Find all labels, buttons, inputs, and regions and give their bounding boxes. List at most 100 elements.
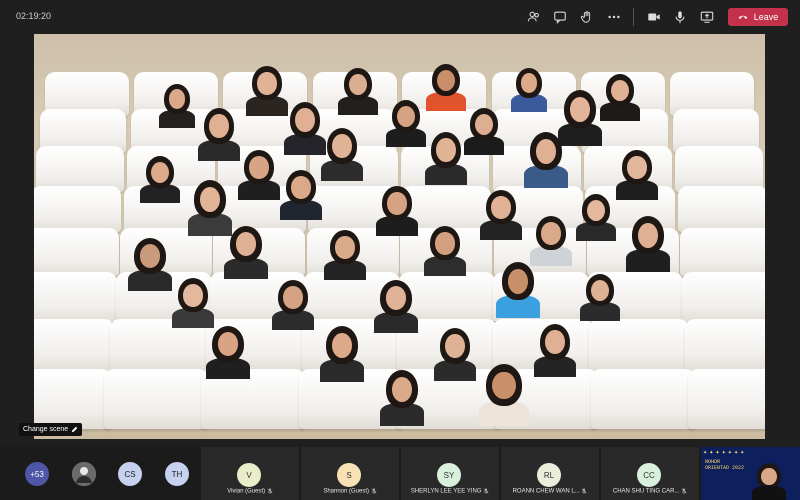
raise-hand-icon <box>580 11 591 23</box>
leave-button[interactable]: Leave <box>728 8 788 26</box>
seated-participant <box>205 326 251 380</box>
camera-button[interactable] <box>645 8 663 26</box>
share-screen-button[interactable] <box>698 8 716 26</box>
seated-participant <box>580 274 620 322</box>
auditorium-seat <box>34 228 119 276</box>
seated-participant <box>625 216 671 273</box>
raise-hand-button[interactable] <box>578 8 596 26</box>
more-icon <box>608 15 620 19</box>
chat-icon <box>554 11 566 24</box>
mic-button[interactable] <box>671 8 689 26</box>
auditorium-seat <box>104 369 209 429</box>
seated-participant <box>534 324 576 378</box>
avatar-initials: TH <box>171 469 183 479</box>
chat-button[interactable] <box>551 8 569 26</box>
participant-name: ROANN CHEW WAN L... <box>505 488 595 495</box>
seated-participant <box>386 100 426 148</box>
seated-participant <box>158 84 196 129</box>
meeting-toolbar: 02:19:20 Leave <box>0 0 800 34</box>
seated-participant <box>523 132 569 189</box>
auditorium-seat <box>685 319 765 371</box>
participant-avatar-cs[interactable]: CS <box>118 462 142 486</box>
camera-icon <box>648 13 660 21</box>
participant-name-text: CHAN SHU TING CAR... <box>612 488 680 495</box>
seated-participant <box>480 190 522 241</box>
seated-participant <box>321 128 363 182</box>
seated-participant <box>600 74 640 122</box>
seated-participant <box>246 66 288 117</box>
seated-participant <box>272 280 314 331</box>
seated-participant <box>140 156 180 204</box>
self-view-banner-text: NOHDR ORIENTAD 2022 <box>705 459 745 471</box>
change-scene-label: Change scene <box>23 426 69 433</box>
auditorium-seat <box>590 369 695 429</box>
seated-participant <box>510 68 548 113</box>
toolbar-divider <box>633 8 634 26</box>
participant-tile[interactable]: SY SHERLYN LEE YEE YING <box>401 447 499 500</box>
participant-tile[interactable]: RL ROANN CHEW WAN L... <box>501 447 599 500</box>
seated-participant <box>373 280 419 334</box>
mic-muted-icon <box>267 488 273 494</box>
more-options-button[interactable] <box>605 8 623 26</box>
participant-name: Vivian (Guest) <box>205 488 295 495</box>
seated-participant <box>172 278 214 329</box>
participant-name-text: Shannon (Guest) <box>323 488 370 495</box>
meeting-timer: 02:19:20 <box>16 11 52 21</box>
self-view-video[interactable]: ✦✦✦✦✦✦✦ NOHDR ORIENTAD 2022 <box>701 447 800 500</box>
seated-participant <box>319 326 365 383</box>
auditorium-seat <box>34 319 114 371</box>
seated-participant <box>464 108 504 156</box>
mic-muted-icon <box>681 488 687 494</box>
seated-participant <box>557 90 603 147</box>
seated-participant <box>616 150 658 201</box>
change-scene-button[interactable]: Change scene <box>19 423 83 436</box>
overflow-participants-badge[interactable]: +53 <box>25 462 49 486</box>
phone-icon <box>738 15 748 19</box>
seated-participant <box>338 68 378 116</box>
participant-tile[interactable]: CC CHAN SHU TING CAR... <box>601 447 699 500</box>
seated-participant <box>425 132 467 186</box>
auditorium-seat <box>680 228 765 276</box>
together-mode-scene <box>34 34 765 439</box>
seated-participant <box>198 108 240 162</box>
seated-participant <box>238 150 280 201</box>
seated-participant <box>576 194 616 242</box>
participant-name-text: SHERLYN LEE YEE YING <box>410 488 482 495</box>
people-button[interactable] <box>525 8 543 26</box>
avatar-initials: CS <box>124 469 136 479</box>
seated-participant <box>187 180 233 237</box>
participant-name-text: ROANN CHEW WAN L... <box>512 488 580 495</box>
pencil-icon <box>71 426 78 433</box>
mic-muted-icon <box>483 488 489 494</box>
seated-participant <box>434 328 476 382</box>
seated-participant <box>424 226 466 277</box>
participant-name: Shannon (Guest) <box>305 488 395 495</box>
person-photo-icon <box>72 462 96 486</box>
participant-avatar: CC <box>637 463 661 487</box>
leave-label: Leave <box>753 12 779 22</box>
people-icon <box>527 11 539 22</box>
participant-avatar-photo[interactable] <box>72 462 96 486</box>
share-icon <box>700 11 714 23</box>
seated-participant <box>478 364 530 427</box>
participant-avatar-th[interactable]: TH <box>165 462 189 486</box>
auditorium-seat <box>34 369 111 429</box>
seated-participant <box>127 238 173 292</box>
mic-muted-icon <box>371 488 377 494</box>
self-view-person <box>752 463 786 500</box>
auditorium-seat <box>688 369 765 429</box>
participant-avatar: S <box>337 463 361 487</box>
seated-participant <box>379 370 425 427</box>
participant-tile[interactable]: S Shannon (Guest) <box>301 447 399 500</box>
avatar-initials: S <box>346 470 352 480</box>
seated-participant <box>376 186 418 237</box>
seated-participant <box>530 216 572 267</box>
avatar-initials: RL <box>543 470 555 480</box>
auditorium-seat <box>34 272 118 322</box>
participant-tile[interactable]: V Vivian (Guest) <box>201 447 299 500</box>
auditorium-seat <box>677 186 765 232</box>
avatar-initials: V <box>246 470 252 480</box>
participant-name-text: Vivian (Guest) <box>227 488 266 495</box>
participant-avatar: RL <box>537 463 561 487</box>
string-lights-decoration: ✦✦✦✦✦✦✦ <box>703 450 747 456</box>
